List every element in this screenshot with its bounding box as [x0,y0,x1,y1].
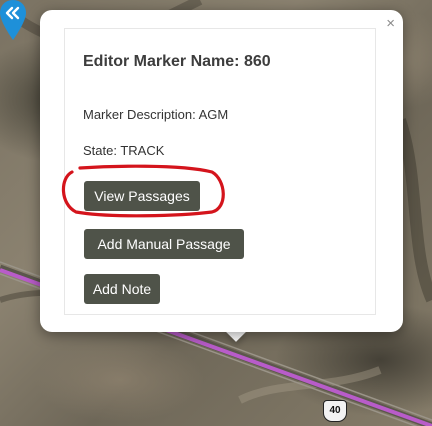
view-passages-button[interactable]: View Passages [84,181,200,211]
marker-popup: × Editor Marker Name: 860 Marker Descrip… [40,10,403,332]
add-manual-passage-button[interactable]: Add Manual Passage [84,229,244,259]
popup-content: Editor Marker Name: 860 Marker Descripti… [64,28,376,315]
marker-state: State: TRACK [83,143,165,158]
marker-description: Marker Description: AGM [83,107,229,122]
highway-shield: 40 [323,400,347,422]
popup-title: Editor Marker Name: 860 [83,53,271,70]
add-note-button[interactable]: Add Note [84,274,160,304]
map-marker-pin[interactable] [0,0,26,40]
close-icon[interactable]: × [386,16,395,31]
